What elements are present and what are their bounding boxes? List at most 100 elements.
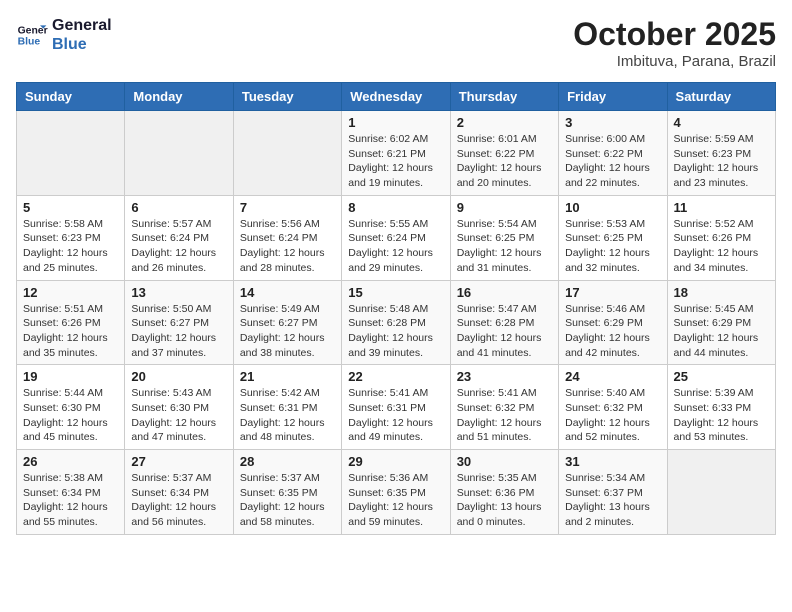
calendar-cell: 31Sunrise: 5:34 AM Sunset: 6:37 PM Dayli…	[559, 450, 667, 535]
day-number: 20	[131, 369, 226, 384]
calendar-cell: 9 Sunrise: 5:54 AM Sunset: 6:25 PM Daylig…	[450, 195, 558, 280]
calendar-week-3: 12 Sunrise: 5:51 AM Sunset: 6:26 PM Dayli…	[17, 280, 776, 365]
day-number: 29	[348, 454, 443, 469]
weekday-header-sunday: Sunday	[17, 83, 125, 111]
calendar-table: SundayMondayTuesdayWednesdayThursdayFrid…	[16, 82, 776, 535]
calendar-cell: 25Sunrise: 5:39 AM Sunset: 6:33 PM Dayli…	[667, 365, 775, 450]
day-info: Sunrise: 6:02 AM Sunset: 6:21 PM Dayligh…	[348, 132, 443, 191]
logo-blue: Blue	[52, 35, 112, 54]
day-info: Sunrise: 5:41 AM Sunset: 6:31 PM Dayligh…	[348, 386, 443, 445]
location-subtitle: Imbituva, Parana, Brazil	[573, 53, 776, 70]
day-number: 22	[348, 369, 443, 384]
calendar-week-5: 26 Sunrise: 5:38 AM Sunset: 6:34 PM Dayli…	[17, 450, 776, 535]
day-number: 5	[23, 200, 118, 215]
calendar-cell: 26 Sunrise: 5:38 AM Sunset: 6:34 PM Dayli…	[17, 450, 125, 535]
day-info: Sunrise: 5:58 AM Sunset: 6:23 PM Dayligh…	[23, 217, 118, 276]
svg-text:Blue: Blue	[18, 37, 41, 48]
day-info: Sunrise: 5:34 AM Sunset: 6:37 PM Dayligh…	[565, 471, 660, 530]
day-number: 6	[131, 200, 226, 215]
weekday-header-monday: Monday	[125, 83, 233, 111]
calendar-week-2: 5 Sunrise: 5:58 AM Sunset: 6:23 PM Daylig…	[17, 195, 776, 280]
weekday-header-wednesday: Wednesday	[342, 83, 450, 111]
day-info: Sunrise: 5:48 AM Sunset: 6:28 PM Dayligh…	[348, 302, 443, 361]
day-info: Sunrise: 5:35 AM Sunset: 6:36 PM Dayligh…	[457, 471, 552, 530]
day-info: Sunrise: 5:42 AM Sunset: 6:31 PM Dayligh…	[240, 386, 335, 445]
calendar-cell: 13 Sunrise: 5:50 AM Sunset: 6:27 PM Dayli…	[125, 280, 233, 365]
day-number: 21	[240, 369, 335, 384]
weekday-header-row: SundayMondayTuesdayWednesdayThursdayFrid…	[17, 83, 776, 111]
calendar-cell: 5 Sunrise: 5:58 AM Sunset: 6:23 PM Daylig…	[17, 195, 125, 280]
calendar-cell: 8 Sunrise: 5:55 AM Sunset: 6:24 PM Daylig…	[342, 195, 450, 280]
calendar-cell: 23Sunrise: 5:41 AM Sunset: 6:32 PM Dayli…	[450, 365, 558, 450]
day-number: 24	[565, 369, 660, 384]
day-number: 8	[348, 200, 443, 215]
calendar-week-1: 1 Sunrise: 6:02 AM Sunset: 6:21 PM Daylig…	[17, 111, 776, 196]
calendar-cell: 11 Sunrise: 5:52 AM Sunset: 6:26 PM Dayli…	[667, 195, 775, 280]
day-info: Sunrise: 5:51 AM Sunset: 6:26 PM Dayligh…	[23, 302, 118, 361]
logo-icon: General Blue	[16, 19, 48, 51]
day-number: 1	[348, 115, 443, 130]
day-info: Sunrise: 5:57 AM Sunset: 6:24 PM Dayligh…	[131, 217, 226, 276]
calendar-cell: 27 Sunrise: 5:37 AM Sunset: 6:34 PM Dayli…	[125, 450, 233, 535]
day-number: 15	[348, 285, 443, 300]
calendar-cell: 14 Sunrise: 5:49 AM Sunset: 6:27 PM Dayli…	[233, 280, 341, 365]
calendar-cell	[125, 111, 233, 196]
day-number: 13	[131, 285, 226, 300]
calendar-cell: 28Sunrise: 5:37 AM Sunset: 6:35 PM Dayli…	[233, 450, 341, 535]
day-number: 16	[457, 285, 552, 300]
calendar-cell: 20Sunrise: 5:43 AM Sunset: 6:30 PM Dayli…	[125, 365, 233, 450]
day-info: Sunrise: 5:46 AM Sunset: 6:29 PM Dayligh…	[565, 302, 660, 361]
day-info: Sunrise: 5:56 AM Sunset: 6:24 PM Dayligh…	[240, 217, 335, 276]
day-info: Sunrise: 5:36 AM Sunset: 6:35 PM Dayligh…	[348, 471, 443, 530]
day-info: Sunrise: 5:52 AM Sunset: 6:26 PM Dayligh…	[674, 217, 769, 276]
calendar-cell: 18 Sunrise: 5:45 AM Sunset: 6:29 PM Dayli…	[667, 280, 775, 365]
calendar-cell: 3Sunrise: 6:00 AM Sunset: 6:22 PM Daylig…	[559, 111, 667, 196]
day-info: Sunrise: 5:45 AM Sunset: 6:29 PM Dayligh…	[674, 302, 769, 361]
calendar-cell: 1 Sunrise: 6:02 AM Sunset: 6:21 PM Daylig…	[342, 111, 450, 196]
calendar-cell: 2 Sunrise: 6:01 AM Sunset: 6:22 PM Daylig…	[450, 111, 558, 196]
calendar-week-4: 19Sunrise: 5:44 AM Sunset: 6:30 PM Dayli…	[17, 365, 776, 450]
calendar-cell: 10 Sunrise: 5:53 AM Sunset: 6:25 PM Dayli…	[559, 195, 667, 280]
calendar-cell: 12 Sunrise: 5:51 AM Sunset: 6:26 PM Dayli…	[17, 280, 125, 365]
calendar-cell: 16 Sunrise: 5:47 AM Sunset: 6:28 PM Dayli…	[450, 280, 558, 365]
day-info: Sunrise: 5:40 AM Sunset: 6:32 PM Dayligh…	[565, 386, 660, 445]
day-number: 26	[23, 454, 118, 469]
day-info: Sunrise: 6:01 AM Sunset: 6:22 PM Dayligh…	[457, 132, 552, 191]
day-number: 11	[674, 200, 769, 215]
day-number: 19	[23, 369, 118, 384]
day-number: 12	[23, 285, 118, 300]
day-number: 4	[674, 115, 769, 130]
page-header: General Blue General Blue October 2025 I…	[16, 16, 776, 70]
calendar-cell: 7 Sunrise: 5:56 AM Sunset: 6:24 PM Daylig…	[233, 195, 341, 280]
day-number: 25	[674, 369, 769, 384]
day-info: Sunrise: 5:53 AM Sunset: 6:25 PM Dayligh…	[565, 217, 660, 276]
calendar-cell: 4Sunrise: 5:59 AM Sunset: 6:23 PM Daylig…	[667, 111, 775, 196]
weekday-header-tuesday: Tuesday	[233, 83, 341, 111]
day-info: Sunrise: 5:37 AM Sunset: 6:34 PM Dayligh…	[131, 471, 226, 530]
calendar-cell	[233, 111, 341, 196]
calendar-cell	[667, 450, 775, 535]
calendar-cell: 24 Sunrise: 5:40 AM Sunset: 6:32 PM Dayli…	[559, 365, 667, 450]
day-number: 14	[240, 285, 335, 300]
calendar-cell: 30Sunrise: 5:35 AM Sunset: 6:36 PM Dayli…	[450, 450, 558, 535]
day-info: Sunrise: 5:47 AM Sunset: 6:28 PM Dayligh…	[457, 302, 552, 361]
title-block: October 2025 Imbituva, Parana, Brazil	[573, 16, 776, 70]
day-info: Sunrise: 5:49 AM Sunset: 6:27 PM Dayligh…	[240, 302, 335, 361]
day-info: Sunrise: 5:41 AM Sunset: 6:32 PM Dayligh…	[457, 386, 552, 445]
logo: General Blue General Blue	[16, 16, 112, 54]
day-number: 9	[457, 200, 552, 215]
calendar-cell: 29 Sunrise: 5:36 AM Sunset: 6:35 PM Dayli…	[342, 450, 450, 535]
calendar-cell: 21 Sunrise: 5:42 AM Sunset: 6:31 PM Dayli…	[233, 365, 341, 450]
day-info: Sunrise: 5:38 AM Sunset: 6:34 PM Dayligh…	[23, 471, 118, 530]
day-number: 7	[240, 200, 335, 215]
day-number: 2	[457, 115, 552, 130]
calendar-cell: 17Sunrise: 5:46 AM Sunset: 6:29 PM Dayli…	[559, 280, 667, 365]
day-number: 27	[131, 454, 226, 469]
day-info: Sunrise: 5:50 AM Sunset: 6:27 PM Dayligh…	[131, 302, 226, 361]
day-info: Sunrise: 5:55 AM Sunset: 6:24 PM Dayligh…	[348, 217, 443, 276]
day-info: Sunrise: 5:54 AM Sunset: 6:25 PM Dayligh…	[457, 217, 552, 276]
day-number: 18	[674, 285, 769, 300]
day-number: 10	[565, 200, 660, 215]
weekday-header-thursday: Thursday	[450, 83, 558, 111]
day-info: Sunrise: 6:00 AM Sunset: 6:22 PM Dayligh…	[565, 132, 660, 191]
